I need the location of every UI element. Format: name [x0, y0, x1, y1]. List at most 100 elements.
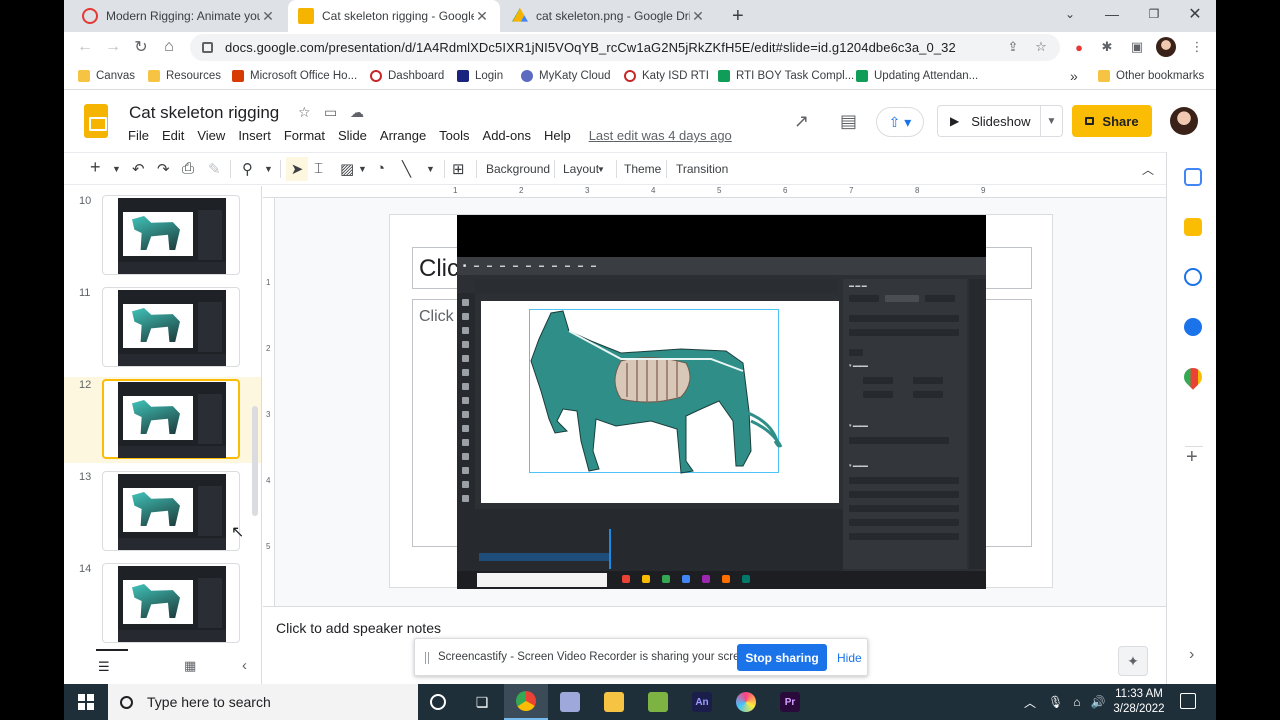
bookmark-star-icon[interactable]: ☆: [1032, 38, 1050, 56]
notes-divider[interactable]: [263, 606, 1166, 614]
bookmark-rti-boy[interactable]: RTI BOY Task Compl...: [718, 67, 854, 85]
task-view-icon[interactable]: ❏: [460, 684, 504, 720]
windows-start-icon[interactable]: [78, 694, 94, 710]
menu-tools[interactable]: Tools: [439, 128, 469, 143]
text-box-icon[interactable]: ⌶: [314, 160, 323, 177]
taskbar-app-color[interactable]: [724, 684, 768, 720]
slide-thumbnail-10[interactable]: [102, 195, 240, 275]
slides-logo-icon[interactable]: [84, 104, 108, 138]
explore-button[interactable]: ✦: [1118, 646, 1148, 676]
chevron-down-icon[interactable]: ▼: [426, 164, 435, 174]
move-folder-icon[interactable]: ▭: [324, 104, 337, 121]
select-cursor-icon[interactable]: ➤: [286, 157, 308, 181]
restore-icon[interactable]: ❐: [1133, 0, 1175, 28]
extensions-icon[interactable]: ✱: [1098, 38, 1116, 56]
back-icon[interactable]: ←: [74, 36, 96, 58]
redo-icon[interactable]: ↷: [157, 160, 170, 178]
tab-cat-skeleton-rigging[interactable]: Cat skeleton rigging - Google Sli ✕: [288, 0, 500, 32]
filmstrip-scrollbar[interactable]: [252, 406, 258, 516]
image-icon[interactable]: ▨: [340, 160, 354, 178]
bookmark-office[interactable]: Microsoft Office Ho...: [232, 67, 357, 85]
network-icon[interactable]: ⌂: [1073, 695, 1080, 709]
taskbar-premiere[interactable]: Pr: [768, 684, 812, 720]
stop-sharing-button[interactable]: Stop sharing: [737, 644, 827, 671]
other-bookmarks[interactable]: Other bookmarks: [1098, 67, 1204, 85]
microphone-icon[interactable]: 🎙: [1048, 695, 1063, 709]
url-text[interactable]: docs.google.com/presentation/d/1A4RdmlXD…: [225, 40, 956, 55]
star-icon[interactable]: ☆: [298, 104, 311, 121]
tasks-icon[interactable]: [1184, 268, 1202, 286]
grid-view-icon[interactable]: ▦: [184, 658, 196, 674]
maps-icon[interactable]: [1180, 364, 1206, 390]
background-button[interactable]: Background: [486, 162, 550, 176]
theme-button[interactable]: Theme: [624, 162, 661, 176]
chevron-down-icon[interactable]: ▼: [597, 165, 605, 174]
omnibox[interactable]: docs.google.com/presentation/d/1A4RdmlXD…: [190, 34, 1060, 61]
cortana-icon[interactable]: [416, 684, 460, 720]
chevron-down-icon[interactable]: ▼: [112, 164, 121, 174]
tray-overflow-icon[interactable]: ︿: [1024, 694, 1036, 711]
comments-icon[interactable]: ▤: [840, 111, 857, 132]
slide-thumbnail-12[interactable]: [102, 379, 240, 459]
zoom-icon[interactable]: ⚲: [242, 160, 253, 178]
share-page-icon[interactable]: ⇪: [1004, 38, 1022, 56]
profile-avatar[interactable]: [1156, 37, 1176, 57]
bookmark-dashboard[interactable]: Dashboard: [370, 67, 444, 85]
new-slide-icon[interactable]: +: [90, 157, 101, 178]
present-to-meeting-button[interactable]: ⇧ ▾: [876, 107, 924, 137]
speaker-notes[interactable]: Click to add speaker notes: [276, 620, 441, 636]
get-add-ons-icon[interactable]: +: [1186, 446, 1198, 469]
show-side-panel-icon[interactable]: ›: [1189, 646, 1194, 664]
share-button[interactable]: Share: [1072, 105, 1152, 137]
bookmarks-overflow[interactable]: »: [1070, 67, 1078, 85]
reload-icon[interactable]: ↻: [130, 36, 152, 58]
chevron-down-icon[interactable]: ▼: [358, 164, 367, 174]
undo-icon[interactable]: ↶: [132, 160, 145, 178]
bookmark-mykaty-cloud[interactable]: MyKaty Cloud: [521, 67, 611, 85]
add-comment-icon[interactable]: ⊞: [452, 160, 465, 178]
document-title[interactable]: Cat skeleton rigging: [129, 103, 279, 123]
screencastify-extension-icon[interactable]: ●: [1070, 38, 1088, 56]
menu-view[interactable]: View: [197, 128, 225, 143]
menu-edit[interactable]: Edit: [162, 128, 184, 143]
new-tab-button[interactable]: +: [722, 0, 752, 32]
slide-thumbnail-14[interactable]: [102, 563, 240, 643]
taskbar-animate[interactable]: An: [680, 684, 724, 720]
collapse-filmstrip-icon[interactable]: ‹: [242, 657, 247, 674]
window-close-icon[interactable]: ✕: [1174, 0, 1216, 28]
menu-arrange[interactable]: Arrange: [380, 128, 426, 143]
slide-thumbnail-13[interactable]: [102, 471, 240, 551]
close-icon[interactable]: ✕: [260, 8, 276, 25]
hide-button[interactable]: Hide: [837, 651, 862, 665]
bookmark-resources[interactable]: Resources: [148, 67, 221, 85]
taskbar-paint[interactable]: [548, 684, 592, 720]
taskbar-file-explorer[interactable]: [592, 684, 636, 720]
minimize-icon[interactable]: —: [1091, 0, 1133, 28]
tab-drive[interactable]: cat skeleton.png - Google Drive ✕: [502, 0, 716, 32]
bookmark-updating-attendance[interactable]: Updating Attendan...: [856, 67, 978, 85]
keep-icon[interactable]: [1184, 218, 1202, 236]
menu-kebab-icon[interactable]: ⋮: [1188, 38, 1206, 56]
collapse-toolbar-icon[interactable]: ︿: [1142, 161, 1154, 178]
transition-button[interactable]: Transition: [676, 162, 728, 176]
shape-icon[interactable]: ◔: [376, 160, 385, 177]
tab-search-icon[interactable]: ⌄: [1049, 0, 1091, 28]
taskbar-search-box[interactable]: Type here to search: [108, 684, 418, 720]
paint-format-icon[interactable]: ✎: [208, 160, 221, 178]
slideshow-button[interactable]: ▶ Slideshow ▼: [937, 105, 1063, 137]
taskbar-app-green[interactable]: [636, 684, 680, 720]
menu-format[interactable]: Format: [284, 128, 325, 143]
close-icon[interactable]: ✕: [474, 8, 490, 25]
notifications-icon[interactable]: [1180, 693, 1196, 709]
account-avatar[interactable]: [1170, 107, 1198, 135]
slideshow-dropdown-icon[interactable]: ▼: [1040, 106, 1062, 136]
cloud-status-icon[interactable]: ☁: [350, 104, 364, 121]
slide-thumbnail-11[interactable]: [102, 287, 240, 367]
layout-button[interactable]: Layout: [563, 162, 599, 176]
menu-insert[interactable]: Insert: [238, 128, 271, 143]
taskbar-clock[interactable]: 11:33 AM 3/28/2022: [1104, 687, 1174, 717]
home-icon[interactable]: ⌂: [158, 36, 180, 58]
menu-add-ons[interactable]: Add-ons: [483, 128, 531, 143]
chevron-down-icon[interactable]: ▼: [264, 164, 273, 174]
side-panel-icon[interactable]: ▣: [1128, 38, 1146, 56]
